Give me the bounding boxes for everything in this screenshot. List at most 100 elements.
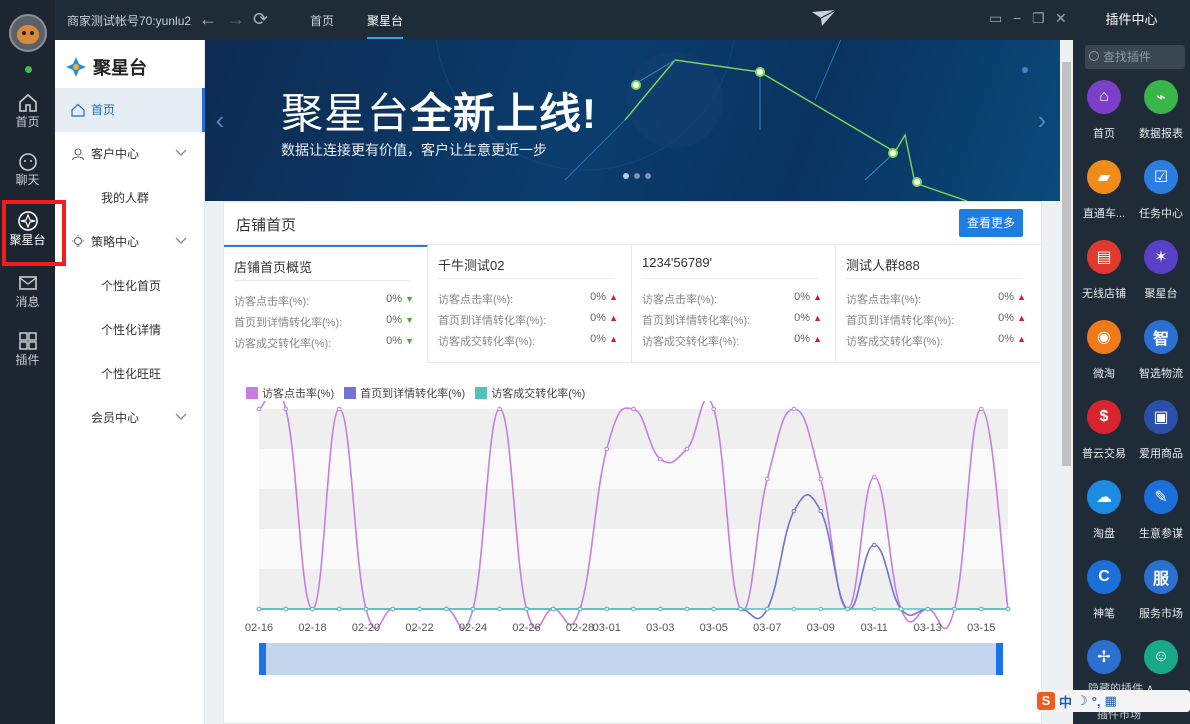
rail-item-messages[interactable]: 消息: [0, 270, 55, 322]
plugin-item[interactable]: ⌂ 首页: [1076, 80, 1132, 156]
data-point: [336, 406, 342, 412]
sidebar-item-personal-wangwang[interactable]: 个性化旺旺: [55, 352, 205, 396]
metric-row: 访客点击率(%): 0% ▲: [438, 291, 618, 307]
vertical-scrollbar[interactable]: [1060, 40, 1073, 724]
refresh-icon[interactable]: ⟳: [253, 8, 268, 30]
plugin-item[interactable]: ◉ 微淘: [1076, 320, 1132, 396]
money-icon: $: [1087, 400, 1121, 434]
tab-home[interactable]: 首页: [310, 12, 334, 29]
metric-label: 首页到详情转化率(%):: [846, 315, 955, 327]
plugin-label: 智选物流: [1139, 368, 1183, 380]
data-point: [684, 606, 690, 612]
data-point: [631, 606, 636, 612]
rail-item-label: 聚星台: [9, 233, 46, 247]
sidebar-item-strategy-center[interactable]: 策略中心: [55, 220, 205, 264]
plugin-item[interactable]: ▤ 无线店铺: [1076, 240, 1132, 316]
plugin-item[interactable]: C 神笔: [1076, 560, 1132, 636]
range-handle-left[interactable]: [259, 643, 266, 675]
metric-value: 0%: [386, 314, 403, 326]
rail-item-label: 插件: [15, 353, 40, 367]
banner-next-icon[interactable]: ›: [1031, 100, 1053, 140]
plugin-label: 爱用商品: [1139, 448, 1183, 460]
sidebar-item-my-crowd[interactable]: 我的人群: [55, 176, 205, 220]
data-point: [871, 474, 877, 480]
view-more-button[interactable]: 查看更多: [959, 209, 1023, 237]
metric-row: 访客成交转化率(%): 0% ▼: [234, 335, 414, 351]
x-tick-label: 02-18: [298, 622, 326, 634]
tab-juxingtai[interactable]: 聚星台: [367, 12, 404, 39]
data-point: [443, 606, 449, 612]
data-point: [470, 606, 476, 612]
plugin-item[interactable]: $ 普云交易: [1076, 400, 1132, 476]
legend-item[interactable]: 访客点击率(%): [246, 385, 334, 401]
plugin-item[interactable]: 服服务市场: [1133, 560, 1189, 636]
user-icon: [71, 148, 85, 161]
chart-range-slider[interactable]: [259, 643, 1003, 675]
carousel-dots[interactable]: [623, 173, 651, 179]
minimize-icon[interactable]: −: [1013, 10, 1021, 26]
plugin-search-input[interactable]: 查找插件: [1085, 45, 1185, 69]
legend-item[interactable]: 首页到详情转化率(%): [344, 385, 465, 401]
data-point: [417, 606, 422, 612]
plugin-item[interactable]: ▰ 直通车...: [1076, 160, 1132, 236]
metric-card[interactable]: 1234'56789' 访客点击率(%): 0% ▲ 首页到详情转化率(%): 0% ▲…: [632, 245, 836, 363]
star-hub-icon: [17, 211, 38, 231]
plugin-item[interactable]: ☑ 任务中心: [1133, 160, 1189, 236]
metric-value: 0%: [794, 312, 811, 324]
sidebar-item-member-center[interactable]: 会员中心: [55, 396, 205, 440]
rail-item-juxingtai[interactable]: 聚星台: [0, 208, 55, 260]
user-avatar[interactable]: [9, 14, 47, 52]
metric-card[interactable]: 千牛测试02 访客点击率(%): 0% ▲ 首页到详情转化率(%): 0% ▲ 访客成交转…: [428, 245, 632, 363]
car-icon: ▰: [1087, 160, 1121, 194]
plugin-label: 直通车...: [1082, 208, 1126, 220]
data-point: [818, 606, 824, 612]
ime-toolbar[interactable]: S 中 ☽ °, ▦: [1035, 690, 1190, 712]
promo-banner[interactable]: ‹ › 聚星台全新上线! 数据让连接更有价值，客户让生意更近一步: [205, 40, 1060, 201]
store-icon: ▤: [1087, 240, 1121, 274]
chevron-down-icon: [175, 413, 187, 420]
x-tick-label: 03-11: [861, 622, 888, 634]
range-handle-right[interactable]: [996, 643, 1003, 675]
data-point: [738, 606, 743, 612]
rail-item-plugins[interactable]: 插件: [0, 328, 55, 380]
chevron-down-icon: [175, 149, 187, 156]
x-tick-label: 02-24: [459, 622, 487, 634]
x-tick-label: 02-16: [245, 622, 273, 634]
metric-value: 0%: [998, 291, 1015, 303]
plugin-item[interactable]: 智智选物流: [1133, 320, 1189, 396]
plugin-item[interactable]: ✎ 生意参谋: [1133, 480, 1189, 556]
metric-row: 访客成交转化率(%): 0% ▲: [438, 333, 618, 349]
rail-item-home[interactable]: 首页: [0, 90, 55, 142]
close-icon[interactable]: ✕: [1055, 10, 1067, 27]
plugin-item[interactable]: ✶ 聚星台: [1133, 240, 1189, 316]
metric-card[interactable]: 店铺首页概览 访客点击率(%): 0% ▼ 首页到详情转化率(%): 0% ▼ 访客成交转…: [224, 245, 428, 363]
sidebar-item-customer-center[interactable]: 客户中心: [55, 132, 205, 176]
rail-item-chat[interactable]: 聊天: [0, 148, 55, 200]
sidebar-item-personal-detail[interactable]: 个性化详情: [55, 308, 205, 352]
data-point: [283, 606, 289, 612]
metric-card[interactable]: 测试人群888 访客点击率(%): 0% ▲ 首页到详情转化率(%): 0% ▲ 访客成交…: [836, 245, 1040, 363]
banner-prev-icon[interactable]: ‹: [209, 100, 231, 140]
plugin-item[interactable]: ⌁ 数据报表: [1133, 80, 1189, 156]
account-name[interactable]: 商家测试帐号70:yunlu2: [67, 12, 191, 29]
sidebar-item-personal-home[interactable]: 个性化首页: [55, 264, 205, 308]
grid-band: [259, 409, 1008, 449]
metric-value: 0%: [590, 291, 607, 303]
chat-icon: [18, 153, 37, 171]
plugin-label: 无线店铺: [1082, 288, 1126, 300]
back-arrow-icon[interactable]: ←: [199, 8, 217, 30]
feedback-icon[interactable]: ▭: [989, 10, 1002, 27]
plugin-label: 任务中心: [1139, 208, 1183, 220]
restore-icon[interactable]: ❐: [1032, 10, 1045, 27]
trend-down-icon: ▼: [405, 294, 414, 304]
data-point: [577, 606, 583, 612]
legend-item[interactable]: 访客成交转化率(%): [475, 385, 585, 401]
wifi-icon: ◉: [1087, 320, 1121, 354]
forward-arrow-icon[interactable]: →: [227, 8, 245, 30]
data-point: [497, 606, 503, 612]
chart-legend: 访客点击率(%) 首页到详情转化率(%) 访客成交转化率(%): [246, 385, 585, 401]
plugin-item[interactable]: ☁ 淘盘: [1076, 480, 1132, 556]
sidebar-item-home[interactable]: 首页: [55, 88, 205, 132]
search-icon: [1089, 51, 1099, 61]
plugin-item[interactable]: ▣ 爱用商品: [1133, 400, 1189, 476]
